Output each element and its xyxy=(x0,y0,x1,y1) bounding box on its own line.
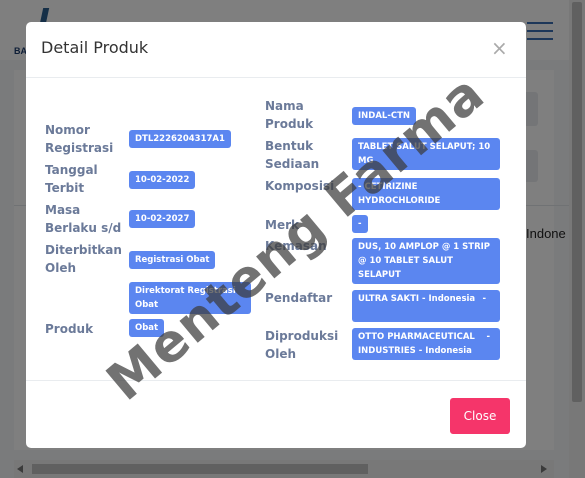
label-diterbitkan-oleh: Diterbitkan Oleh xyxy=(45,243,122,275)
label-tanggal-terbit: Tanggal Terbit xyxy=(45,163,98,195)
value-tanggal-terbit: 10-02-2022 xyxy=(129,171,196,189)
label-produk: Produk xyxy=(45,322,94,336)
label-nomor-registrasi: Nomor Registrasi xyxy=(45,123,114,155)
close-button[interactable]: Close xyxy=(450,398,510,434)
value-diproduksi-text: OTTO PHARMACEUTICAL INDUSTRIES - Indones… xyxy=(358,332,475,356)
value-pendaftar-suffix: - xyxy=(482,294,486,304)
divider xyxy=(26,380,526,381)
value-diproduksi-suffix: - xyxy=(486,332,490,342)
value-kemasan: DUS, 10 AMPLOP @ 1 STRIP @ 10 TABLET SAL… xyxy=(352,238,500,284)
modal-title: Detail Produk xyxy=(41,38,149,57)
value-pendaftar-text: ULTRA SAKTI - Indonesia xyxy=(358,294,476,304)
value-diterbitkan-oleh: Registrasi Obat xyxy=(129,251,216,269)
value-pendaftar: ULTRA SAKTI - Indonesia - xyxy=(352,290,500,322)
close-icon[interactable]: × xyxy=(491,38,508,58)
label-nama-produk: Nama Produk xyxy=(265,99,314,131)
value-masa-berlaku: 10-02-2027 xyxy=(129,210,196,228)
value-diproduksi-oleh: OTTO PHARMACEUTICAL INDUSTRIES - Indones… xyxy=(352,328,500,360)
label-diproduksi-oleh: Diproduksi Oleh xyxy=(265,329,339,361)
value-nomor-registrasi: DTL2226204317A1 xyxy=(129,130,231,148)
label-masa-berlaku: Masa Berlaku s/d xyxy=(45,203,122,235)
